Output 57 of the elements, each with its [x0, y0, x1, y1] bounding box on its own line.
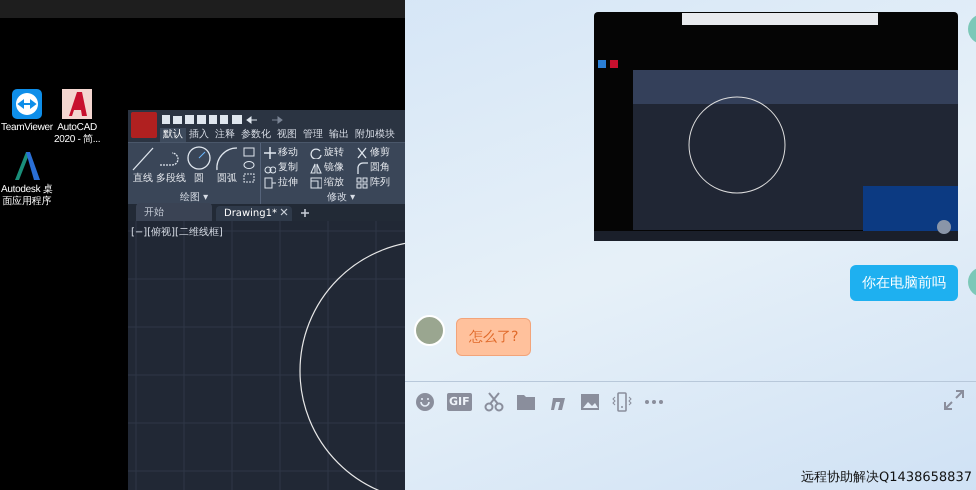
hatch-tool-icon[interactable]	[243, 173, 255, 183]
ribbon-tab[interactable]: 附加模块	[352, 128, 398, 142]
shortcut-label: Autodesk 桌 面应用程序	[1, 184, 52, 208]
arc-tool-icon[interactable]	[214, 145, 240, 173]
tool-label[interactable]: 修剪	[370, 147, 390, 159]
phone-shake-icon[interactable]	[612, 392, 632, 412]
ribbon-tab[interactable]: 输出	[326, 128, 352, 142]
line-tool-icon[interactable]	[130, 145, 156, 173]
file-tab[interactable]: 开始	[136, 203, 212, 221]
add-tab-icon[interactable]	[300, 208, 310, 218]
fillet-tool-icon[interactable]	[356, 162, 368, 174]
tool-label[interactable]: 移动	[278, 147, 298, 159]
shortcut-label: AutoCAD 2020 - 简...	[54, 122, 100, 146]
tool-label[interactable]: 镜像	[324, 162, 344, 174]
tool-label[interactable]: 多段线	[156, 173, 186, 185]
stretch-tool-icon[interactable]	[264, 177, 276, 189]
array-tool-icon[interactable]	[356, 177, 368, 189]
ribbon-tab[interactable]: 插入	[186, 128, 212, 142]
rectangle-tool-icon[interactable]	[243, 147, 255, 157]
ribbon-tab[interactable]: 参数化	[238, 128, 274, 142]
expand-icon[interactable]	[944, 390, 964, 410]
tool-label[interactable]: 缩放	[324, 177, 344, 189]
tool-label[interactable]: 复制	[278, 162, 298, 174]
ribbon-tab[interactable]: 视图	[274, 128, 300, 142]
tool-label[interactable]: 旋转	[324, 147, 344, 159]
panel-title[interactable]: 修改 ▾	[261, 192, 405, 204]
mirror-tool-icon[interactable]	[310, 162, 322, 174]
ellipse-tool-icon[interactable]	[243, 160, 255, 170]
app-shortcut-icon[interactable]	[10, 88, 43, 120]
tool-label[interactable]: 直线	[133, 173, 153, 185]
app-shortcut-icon[interactable]	[61, 88, 94, 120]
folder-icon[interactable]	[516, 392, 536, 412]
screenshot-drawing[interactable]	[594, 12, 958, 241]
footer-text: 远程协助解决Q1438658837	[801, 469, 972, 486]
tool-label[interactable]: 圆	[194, 173, 204, 185]
close-icon[interactable]	[280, 208, 288, 216]
file-tab[interactable]: Drawing1*	[216, 206, 292, 221]
emoji-icon[interactable]	[415, 392, 435, 412]
ribbon-tab[interactable]: 注释	[212, 128, 238, 142]
image-icon[interactable]	[580, 392, 600, 412]
viewport-label[interactable]: [−][俯视][二维线框]	[131, 225, 223, 239]
trim-tool-icon[interactable]	[356, 147, 368, 159]
move-tool-icon[interactable]	[264, 147, 276, 159]
panel-title[interactable]: 绘图 ▾	[128, 192, 260, 204]
ribbon-tab[interactable]: 默认	[160, 128, 186, 142]
tool-label[interactable]: 圆角	[370, 162, 390, 174]
message-bubble: 你在电脑前吗	[850, 265, 958, 301]
scissors-icon[interactable]	[484, 392, 504, 412]
tool-label[interactable]: 阵列	[370, 177, 390, 189]
shortcut-label: TeamViewer	[1, 122, 53, 134]
rotate-tool-icon[interactable]	[310, 147, 322, 159]
avatar[interactable]	[414, 315, 445, 346]
ribbon-tab[interactable]: 管理	[300, 128, 326, 142]
tool-label[interactable]: 圆弧	[217, 173, 237, 185]
tool-label[interactable]: 拉伸	[278, 177, 298, 189]
scale-tool-icon[interactable]	[310, 177, 322, 189]
message-bubble: 怎么了?	[456, 318, 532, 356]
